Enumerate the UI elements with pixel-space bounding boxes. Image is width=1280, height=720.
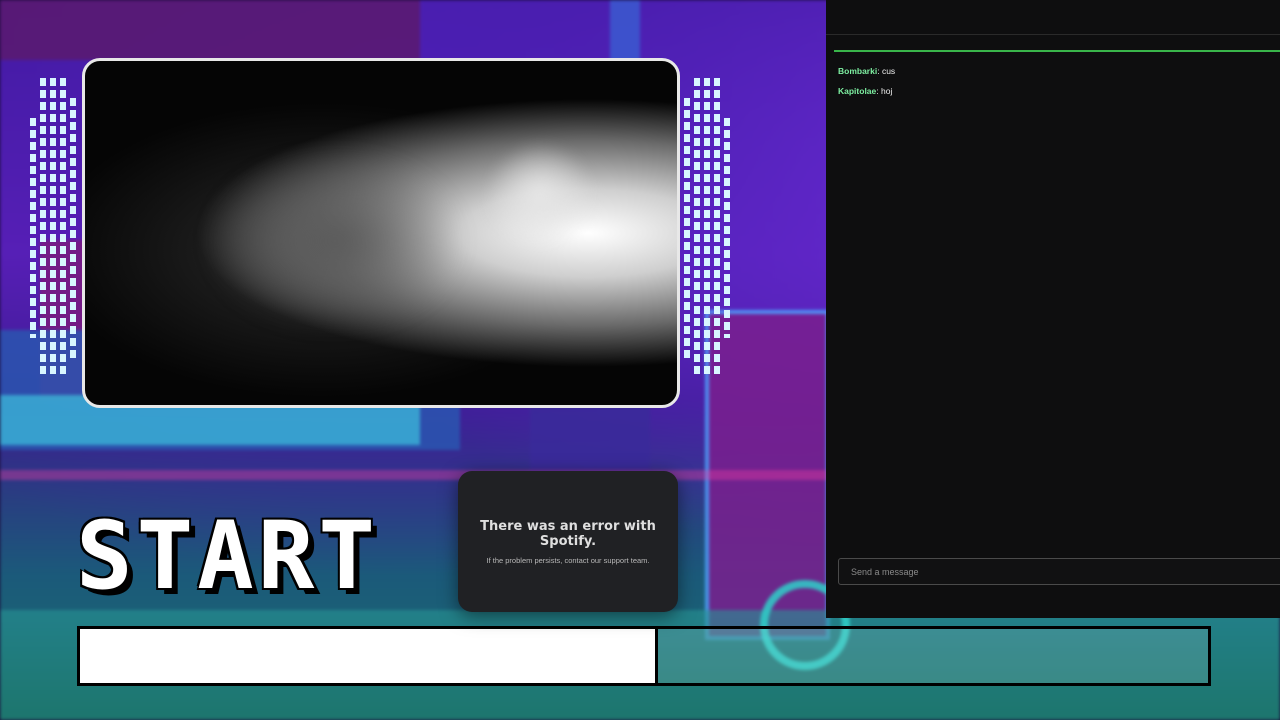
- chat-input[interactable]: [839, 559, 1280, 584]
- chat-message: Bombarki: cus: [838, 66, 896, 76]
- webcam-feed: [82, 58, 680, 408]
- chat-message-text: hoj: [881, 86, 893, 96]
- audio-visualizer-left: [30, 78, 78, 378]
- progress-bar-fill: [80, 629, 659, 683]
- chat-username[interactable]: Bombarki: [838, 66, 877, 76]
- chat-panel: Bombarki: cus Kapitolae: hoj: [826, 0, 1280, 618]
- chat-username[interactable]: Kapitolae: [838, 86, 876, 96]
- chat-messages: Bombarki: cus Kapitolae: hoj: [838, 66, 1272, 106]
- progress-bar: [77, 626, 1211, 686]
- chat-divider: [834, 50, 1280, 52]
- webcam-frame: [30, 58, 730, 410]
- chat-input-box[interactable]: [838, 558, 1280, 585]
- chat-message-text: cus: [881, 66, 896, 76]
- chat-message: Kapitolae: hoj: [838, 86, 893, 96]
- start-label: START: [76, 502, 379, 611]
- audio-visualizer-right: [682, 78, 730, 378]
- chat-header: [826, 0, 1280, 35]
- spotify-error-message: If the problem persists, contact our sup…: [486, 555, 650, 565]
- spotify-error-card: There was an error with Spotify. If the …: [458, 471, 678, 612]
- spotify-error-title: There was an error with Spotify.: [480, 518, 656, 549]
